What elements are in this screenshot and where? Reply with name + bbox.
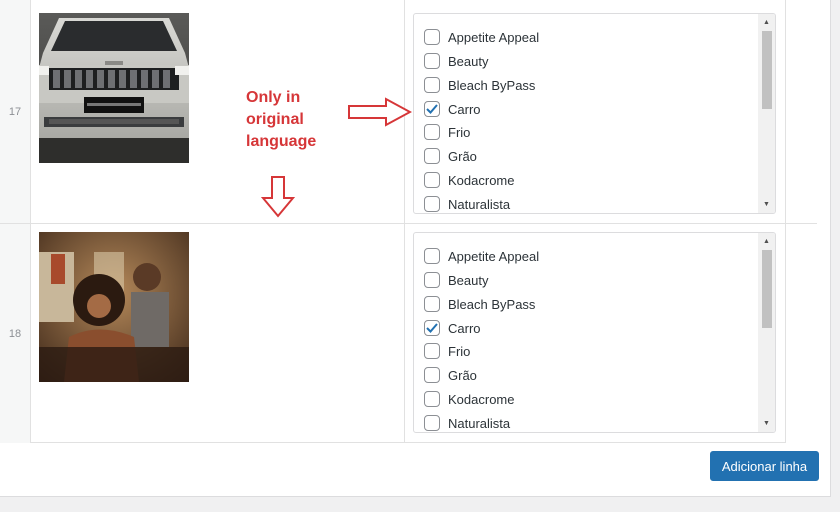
checklist-item[interactable]: Naturalista — [424, 192, 511, 213]
checkbox[interactable] — [424, 53, 440, 69]
checklist-item[interactable]: Frio — [424, 120, 470, 144]
checklist-item[interactable]: Bleach ByPass — [424, 73, 535, 97]
row-actions-cell — [785, 0, 817, 223]
checklist-item[interactable]: Appetite Appeal — [424, 25, 539, 49]
checklist-item-label: Bleach ByPass — [448, 296, 536, 312]
checkbox[interactable] — [424, 296, 440, 312]
annotation-line: Only in — [246, 89, 301, 106]
checklist-item-label: Frio — [448, 124, 471, 140]
checkbox[interactable] — [424, 172, 440, 188]
arrow-down-icon — [261, 176, 295, 218]
checklist-item[interactable]: Kodacrome — [424, 168, 514, 192]
checklist-item[interactable]: Naturalista — [424, 411, 511, 432]
repeater-table: 17 Appetite Appeal Beauty Bleach ByPass … — [0, 0, 817, 443]
check-icon — [426, 323, 438, 333]
checklist-item[interactable]: Grão — [424, 363, 477, 387]
checkbox[interactable] — [424, 101, 440, 117]
checkbox[interactable] — [424, 343, 440, 359]
checklist-item-label: Kodacrome — [448, 172, 515, 188]
checklist-item[interactable]: Kodacrome — [424, 387, 514, 411]
row-image-jeep[interactable] — [39, 13, 189, 163]
scrollbar[interactable]: ▲ ▼ — [758, 14, 775, 213]
checklist-item-label: Naturalista — [448, 415, 511, 431]
checklist-item-label: Grão — [448, 367, 477, 383]
checklist-item[interactable]: Appetite Appeal — [424, 244, 539, 268]
scroll-down-icon[interactable]: ▼ — [758, 197, 775, 212]
checkbox[interactable] — [424, 77, 440, 93]
row-number[interactable]: 18 — [0, 224, 31, 443]
scroll-up-icon[interactable]: ▲ — [758, 15, 775, 30]
checkbox[interactable] — [424, 391, 440, 407]
checklist-item-label: Carro — [448, 320, 481, 336]
checkbox[interactable] — [424, 272, 440, 288]
checklist-item-label: Appetite Appeal — [448, 248, 540, 264]
checklist-item[interactable]: Frio — [424, 339, 470, 363]
annotation-line: language — [246, 133, 317, 150]
checklist-item-label: Beauty — [448, 272, 489, 288]
row-image-couple[interactable] — [39, 232, 189, 382]
checklist-item-label: Beauty — [448, 53, 489, 69]
checklist-item-label: Grão — [448, 148, 477, 164]
checklist-item[interactable]: Carro — [424, 97, 481, 121]
checklist-item[interactable]: Grão — [424, 144, 477, 168]
checkbox[interactable] — [424, 367, 440, 383]
checklist-item-label: Appetite Appeal — [448, 29, 540, 45]
checkbox[interactable] — [424, 124, 440, 140]
annotation-line: original — [246, 111, 304, 128]
repeater-row: 18 Appetite Appeal Beauty Bleach ByPass … — [0, 224, 817, 443]
checklist-item[interactable]: Beauty — [424, 268, 488, 292]
checkbox[interactable] — [424, 148, 440, 164]
checklist-item[interactable]: Beauty — [424, 49, 488, 73]
row-number[interactable]: 17 — [0, 0, 31, 223]
row-actions-cell — [785, 224, 817, 443]
checklist-item[interactable]: Carro — [424, 316, 481, 340]
scroll-up-icon[interactable]: ▲ — [758, 234, 775, 249]
checklist-item-label: Frio — [448, 343, 471, 359]
checkbox[interactable] — [424, 29, 440, 45]
category-checklist[interactable]: Appetite Appeal Beauty Bleach ByPass Car… — [413, 13, 776, 214]
check-icon — [426, 104, 438, 114]
checkbox[interactable] — [424, 248, 440, 264]
checklist-item[interactable]: Bleach ByPass — [424, 292, 535, 316]
checklist-item-label: Kodacrome — [448, 391, 515, 407]
checklist-item-label: Naturalista — [448, 196, 511, 212]
scroll-thumb[interactable] — [762, 250, 772, 328]
scrollbar[interactable]: ▲ ▼ — [758, 233, 775, 432]
checklist-item-label: Carro — [448, 101, 481, 117]
repeater-panel: 17 Appetite Appeal Beauty Bleach ByPass … — [0, 0, 831, 497]
scroll-thumb[interactable] — [762, 31, 772, 109]
scroll-down-icon[interactable]: ▼ — [758, 416, 775, 431]
add-row-button[interactable]: Adicionar linha — [710, 451, 819, 481]
image-cell — [31, 224, 405, 443]
category-checklist[interactable]: Appetite Appeal Beauty Bleach ByPass Car… — [413, 232, 776, 433]
checkbox[interactable] — [424, 196, 440, 212]
checklist-item-label: Bleach ByPass — [448, 77, 536, 93]
checkbox[interactable] — [424, 320, 440, 336]
arrow-right-icon — [348, 97, 412, 127]
annotation-note: Only in original language — [246, 87, 356, 153]
checkbox[interactable] — [424, 415, 440, 431]
